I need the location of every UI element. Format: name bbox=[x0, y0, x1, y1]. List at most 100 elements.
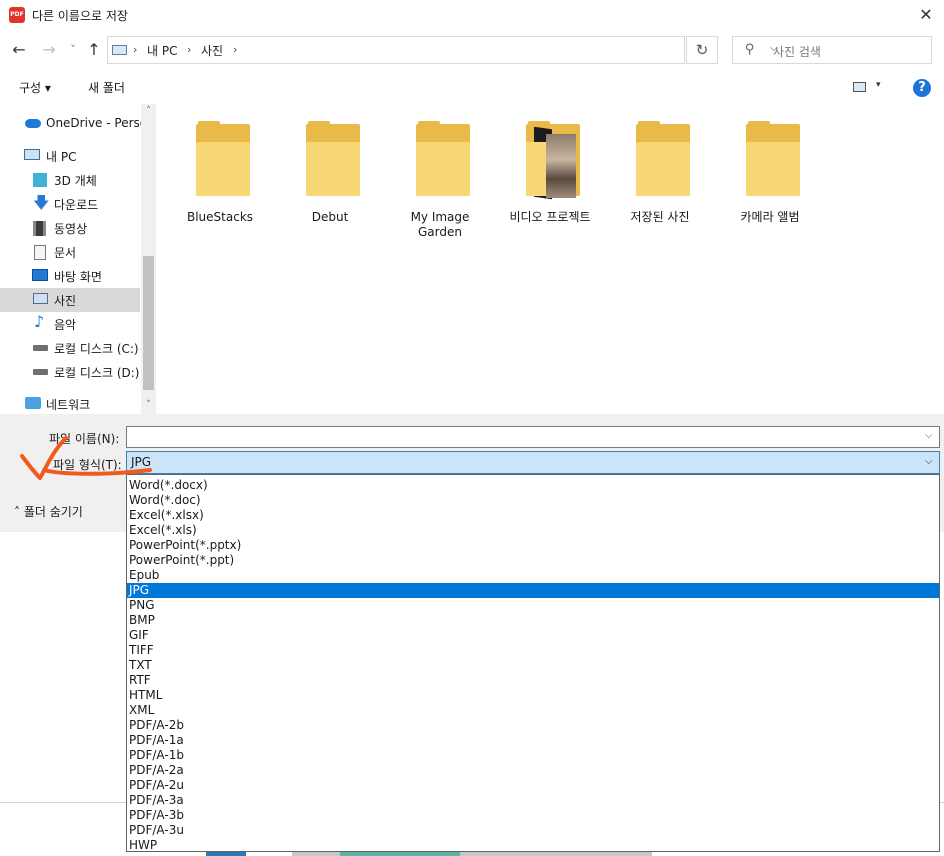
breadcrumb-separator: › bbox=[187, 43, 192, 56]
filetype-option[interactable]: Word(*.doc) bbox=[127, 493, 939, 508]
folder-label: BlueStacks bbox=[186, 210, 254, 224]
music-icon: ♪ bbox=[34, 312, 45, 331]
sidebar-scrollbar[interactable]: ˄ ˅ bbox=[141, 104, 156, 414]
up-arrow-icon[interactable]: ↑ bbox=[84, 40, 104, 60]
pdf-app-icon: PDF bbox=[9, 7, 25, 23]
download-icon: 🡇 bbox=[33, 193, 50, 212]
filetype-option[interactable]: TIFF bbox=[127, 643, 939, 658]
breadcrumb-pictures[interactable]: 사진 bbox=[201, 42, 223, 59]
sidebar-item-my-pc[interactable]: 내 PC bbox=[0, 144, 140, 168]
title-bar bbox=[0, 0, 944, 30]
filetype-option[interactable]: RTF bbox=[127, 673, 939, 688]
breadcrumb-separator: › bbox=[133, 43, 138, 56]
address-bar[interactable]: › 내 PC › 사진 › ⌵ bbox=[107, 36, 778, 64]
search-placeholder: 사진 검색 bbox=[773, 45, 821, 59]
filetype-option[interactable]: PowerPoint(*.pptx) bbox=[127, 538, 939, 553]
sidebar-item-music[interactable]: ♪ 음악 bbox=[0, 312, 140, 336]
folder-icon bbox=[746, 121, 800, 196]
chevron-down-icon[interactable]: ⌵ bbox=[925, 456, 933, 467]
view-dropdown-icon[interactable]: ▾ bbox=[876, 80, 881, 90]
folder-label: 비디오 프로젝트 bbox=[509, 210, 591, 224]
organize-button[interactable]: 구성 ▾ bbox=[19, 79, 51, 96]
search-icon: ⚲ bbox=[745, 42, 755, 57]
folder-label: 저장된 사진 bbox=[630, 210, 690, 224]
filetype-option[interactable]: PDF/A-1b bbox=[127, 748, 939, 763]
filetype-option[interactable]: Excel(*.xls) bbox=[127, 523, 939, 538]
filetype-option[interactable]: BMP bbox=[127, 613, 939, 628]
sidebar-item-documents[interactable]: 문서 bbox=[0, 240, 140, 264]
sidebar-item-pictures[interactable]: 사진 bbox=[0, 288, 140, 312]
scrollbar-thumb[interactable] bbox=[143, 256, 154, 390]
forward-arrow-icon[interactable]: → bbox=[39, 40, 59, 60]
sidebar-item-label: 네트워크 bbox=[46, 398, 91, 412]
sidebar-item-label: 바탕 화면 bbox=[54, 270, 102, 284]
network-icon bbox=[25, 397, 41, 409]
folder-item[interactable]: My Image Garden bbox=[390, 121, 490, 254]
desktop-icon bbox=[32, 269, 48, 281]
folder-item[interactable]: 카메라 앨범 bbox=[720, 121, 820, 254]
folder-label: 카메라 앨범 bbox=[740, 210, 800, 224]
filetype-option[interactable]: Epub bbox=[127, 568, 939, 583]
breadcrumb-my-pc[interactable]: 내 PC bbox=[147, 42, 177, 59]
filetype-option[interactable]: TXT bbox=[127, 658, 939, 673]
recent-locations-icon[interactable]: ˅ bbox=[63, 40, 83, 60]
sidebar-item-label: 다운로드 bbox=[54, 198, 99, 212]
sidebar-item-label: 로컬 디스크 (C:) bbox=[54, 342, 139, 356]
filetype-option[interactable]: Word(*.docx) bbox=[127, 478, 939, 493]
filetype-option[interactable]: PDF/A-2a bbox=[127, 763, 939, 778]
filetype-option[interactable]: PDF/A-2u bbox=[127, 778, 939, 793]
folder-with-preview-icon bbox=[526, 121, 580, 200]
sidebar-item-downloads[interactable]: 🡇 다운로드 bbox=[0, 192, 140, 216]
chevron-down-icon[interactable]: ⌵ bbox=[925, 430, 933, 441]
sidebar-item-label: 3D 개체 bbox=[54, 174, 97, 188]
folder-icon bbox=[196, 121, 250, 196]
folder-item[interactable]: 비디오 프로젝트 bbox=[500, 121, 600, 254]
filetype-option[interactable]: PDF/A-3a bbox=[127, 793, 939, 808]
folder-item[interactable]: Debut bbox=[280, 121, 380, 254]
sidebar-item-label: 사진 bbox=[54, 294, 77, 308]
view-options-icon[interactable] bbox=[853, 82, 866, 92]
sidebar-item-3d-objects[interactable]: 3D 개체 bbox=[0, 168, 140, 192]
drive-icon bbox=[33, 369, 48, 375]
help-icon[interactable]: ? bbox=[913, 79, 931, 97]
folder-label: Debut bbox=[311, 210, 349, 224]
filetype-option[interactable]: PDF/A-1a bbox=[127, 733, 939, 748]
sidebar-item-desktop[interactable]: 바탕 화면 bbox=[0, 264, 140, 288]
filetype-option[interactable]: HTML bbox=[127, 688, 939, 703]
filename-field[interactable]: ⌵ bbox=[126, 426, 940, 448]
filetype-option[interactable]: PDF/A-3b bbox=[127, 808, 939, 823]
sidebar-item-onedrive[interactable]: OneDrive - Person bbox=[0, 112, 155, 136]
scroll-up-icon[interactable]: ˄ bbox=[141, 106, 156, 116]
new-folder-button[interactable]: 새 폴더 bbox=[88, 79, 125, 96]
sidebar-item-network[interactable]: 네트워크 bbox=[0, 392, 140, 414]
sidebar-item-local-disk-d[interactable]: 로컬 디스크 (D:) bbox=[0, 360, 140, 384]
filetype-option[interactable]: PDF/A-2b bbox=[127, 718, 939, 733]
filetype-option[interactable]: XML bbox=[127, 703, 939, 718]
cube-icon bbox=[33, 173, 47, 187]
folder-icon bbox=[636, 121, 690, 196]
folder-item[interactable]: BlueStacks bbox=[170, 121, 270, 254]
back-arrow-icon[interactable]: ← bbox=[9, 40, 29, 60]
filetype-select[interactable]: JPG ⌵ bbox=[126, 451, 940, 474]
sidebar-item-local-disk-c[interactable]: 로컬 디스크 (C:) bbox=[0, 336, 140, 360]
filetype-option[interactable]: JPG bbox=[127, 583, 939, 598]
video-icon bbox=[33, 221, 46, 236]
filetype-dropdown-list[interactable]: Word(*.docx) Word(*.doc) Excel(*.xlsx) Exce… bbox=[126, 474, 940, 852]
filetype-option[interactable]: GIF bbox=[127, 628, 939, 643]
filetype-option[interactable]: HWP bbox=[127, 838, 939, 853]
filetype-option[interactable]: PDF/A-3u bbox=[127, 823, 939, 838]
filetype-option[interactable]: Excel(*.xlsx) bbox=[127, 508, 939, 523]
sidebar-item-videos[interactable]: 동영상 bbox=[0, 216, 140, 240]
close-button[interactable]: ✕ bbox=[914, 4, 938, 26]
filetype-option[interactable]: PNG bbox=[127, 598, 939, 613]
window-title: 다른 이름으로 저장 bbox=[32, 9, 128, 23]
document-icon bbox=[34, 245, 46, 260]
scroll-down-icon[interactable]: ˅ bbox=[141, 400, 156, 410]
folder-item[interactable]: 저장된 사진 bbox=[610, 121, 710, 254]
folder-icon bbox=[306, 121, 360, 196]
filetype-option[interactable]: PowerPoint(*.ppt) bbox=[127, 553, 939, 568]
hide-folders-button[interactable]: ˄ 폴더 숨기기 bbox=[14, 503, 83, 520]
sidebar-item-label: 문서 bbox=[54, 246, 77, 260]
search-input[interactable]: ⚲ 사진 검색 bbox=[732, 36, 932, 64]
refresh-button[interactable]: ↻ bbox=[686, 36, 718, 64]
